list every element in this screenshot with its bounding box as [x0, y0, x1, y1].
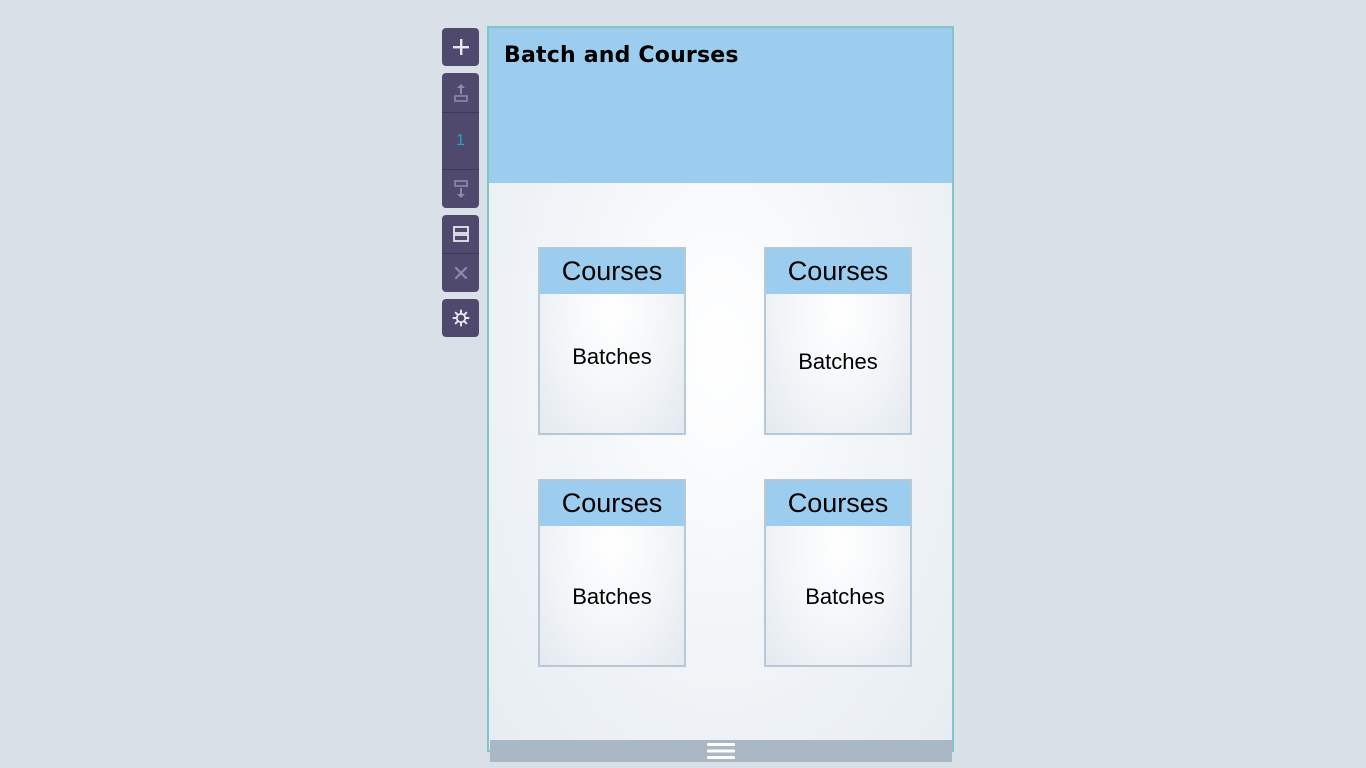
add-section-button[interactable] — [442, 28, 479, 66]
course-card[interactable]: Courses Batches — [764, 247, 912, 435]
course-card[interactable]: Courses Batches — [538, 479, 686, 667]
plus-icon — [452, 39, 469, 55]
layout-button[interactable] — [442, 215, 479, 253]
card-title: Courses — [540, 249, 684, 294]
section-number-indicator: 1 — [442, 112, 479, 169]
close-icon — [454, 266, 467, 280]
card-title: Courses — [540, 481, 684, 526]
move-up-button[interactable] — [442, 73, 479, 112]
course-card[interactable]: Courses Batches — [764, 479, 912, 667]
card-body-text: Batches — [805, 584, 885, 609]
course-card[interactable]: Courses Batches — [538, 247, 686, 435]
resize-handle-bar[interactable] — [490, 740, 952, 762]
card-body-text: Batches — [572, 344, 652, 369]
layout-rows-icon — [452, 226, 469, 242]
hamburger-handle-icon — [707, 743, 735, 759]
card-title: Courses — [766, 249, 910, 294]
page-title: Batch and Courses — [504, 43, 739, 68]
move-down-icon — [453, 180, 468, 198]
card-body-text: Batches — [798, 349, 878, 374]
settings-button[interactable] — [442, 299, 479, 337]
move-down-button[interactable] — [442, 169, 479, 208]
page-header: Batch and Courses — [489, 28, 952, 183]
move-up-icon — [453, 83, 468, 102]
card-body-text: Batches — [572, 584, 652, 609]
gear-icon — [452, 309, 469, 327]
card-title: Courses — [766, 481, 910, 526]
delete-section-button[interactable] — [442, 253, 479, 292]
page-canvas: Batch and Courses Courses Batches Course… — [487, 26, 954, 752]
section-number: 1 — [456, 132, 465, 149]
